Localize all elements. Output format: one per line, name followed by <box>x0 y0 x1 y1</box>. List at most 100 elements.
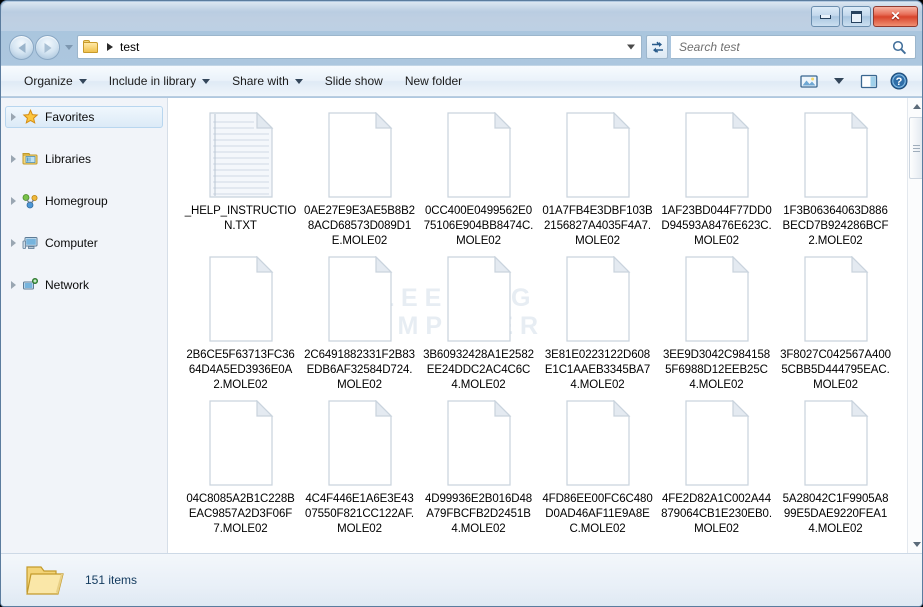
expand-triangle-icon[interactable] <box>11 197 16 205</box>
list-item[interactable]: 4FE2D82A1C002A44879064CB1E230EB0.MOLE02 <box>657 394 776 538</box>
file-name: 3EE9D3042C9841585F6988D12EEB25C4.MOLE02 <box>662 349 771 391</box>
expand-triangle-icon[interactable] <box>11 155 16 163</box>
sidebar-item-network[interactable]: Network <box>5 274 163 296</box>
file-name: 0CC400E0499562E075106E904BB8474C.MOLE02 <box>423 205 534 247</box>
list-item[interactable]: _HELP_INSTRUCTION.TXT <box>181 106 300 250</box>
list-item[interactable]: 4C4F446E1A6E3E4307550F821CC122AF.MOLE02 <box>300 394 419 538</box>
list-item[interactable]: 2B6CE5F63713FC3664D4A5ED3936E0A2.MOLE02 <box>181 250 300 394</box>
file-name: 3B60932428A1E2582EE24DDC2AC4C6C4.MOLE02 <box>423 349 534 391</box>
include-in-library-button[interactable]: Include in library <box>98 69 221 93</box>
scroll-down-icon <box>912 542 921 547</box>
libraries-icon <box>22 153 38 165</box>
file-name: 4FD86EE00FC6C480D0AD46AF11E9A8EC.MOLE02 <box>542 493 653 535</box>
homegroup-icon <box>22 194 38 209</box>
list-item[interactable]: 4D99936E2B016D48A79FBCFB2D2451B4.MOLE02 <box>419 394 538 538</box>
sidebar-item-label: Computer <box>45 236 98 250</box>
file-icon-wrap <box>326 106 394 204</box>
sidebar-item-homegroup[interactable]: Homegroup <box>5 190 163 212</box>
breadcrumb-separator-icon <box>107 43 113 51</box>
list-item[interactable]: 1AF23BD044F77DD0D94593A8476E623C.MOLE02 <box>657 106 776 250</box>
file-name: 2B6CE5F63713FC3664D4A5ED3936E0A2.MOLE02 <box>186 349 295 391</box>
expand-triangle-icon[interactable] <box>11 239 16 247</box>
blank-file-icon <box>565 256 630 342</box>
expand-triangle-icon[interactable] <box>11 281 16 289</box>
text-file-icon <box>208 112 273 198</box>
share-with-label: Share with <box>232 74 289 88</box>
network-icon <box>23 278 38 290</box>
preview-pane-button[interactable] <box>856 69 882 93</box>
back-button[interactable] <box>9 35 34 60</box>
view-options-caret-button[interactable] <box>826 69 852 93</box>
file-icon-wrap <box>564 394 632 492</box>
scrollbar-thumb[interactable] <box>909 117 922 179</box>
file-name: 01A7FB4E3DBF103B2156827A4035F4A7.MOLE02 <box>542 205 653 247</box>
file-name: 4C4F446E1A6E3E4307550F821CC122AF.MOLE02 <box>305 493 414 535</box>
address-bar[interactable]: test <box>77 35 642 59</box>
search-box[interactable] <box>671 35 916 59</box>
list-item[interactable]: 3B60932428A1E2582EE24DDC2AC4C6C4.MOLE02 <box>419 250 538 394</box>
list-item[interactable]: 0AE27E9E3AE5B8B28ACD68573D089D1E.MOLE02 <box>300 106 419 250</box>
maximize-button[interactable] <box>842 6 871 27</box>
address-chevron-down-icon[interactable] <box>627 44 635 50</box>
sidebar-item-label: Network <box>45 278 90 292</box>
help-button[interactable]: ? <box>886 69 912 93</box>
share-with-button[interactable]: Share with <box>221 69 314 93</box>
computer-icon <box>22 237 38 249</box>
list-item[interactable]: 2C6491882331F2B83EDB6AF32584D724.MOLE02 <box>300 250 419 394</box>
minimize-button[interactable] <box>811 6 840 27</box>
change-view-button[interactable] <box>796 69 822 93</box>
file-name: 3F8027C042567A4005CBB5D444795EAC.MOLE02 <box>780 349 891 391</box>
expand-triangle-icon[interactable] <box>11 113 16 121</box>
nav-buttons <box>9 35 73 60</box>
scroll-down-button[interactable] <box>908 536 922 553</box>
explorer-body: Favorites Libraries Homegroup Computer N… <box>1 98 922 553</box>
file-icon-wrap <box>683 250 751 348</box>
refresh-icon <box>651 41 663 53</box>
file-icon-wrap <box>207 250 275 348</box>
view-caret-icon <box>834 78 844 84</box>
vertical-scrollbar[interactable] <box>907 98 922 553</box>
file-name: 4FE2D82A1C002A44879064CB1E230EB0.MOLE02 <box>661 493 772 535</box>
refresh-button[interactable] <box>646 35 668 59</box>
scroll-up-icon <box>912 104 921 109</box>
file-icon-wrap <box>802 394 870 492</box>
sidebar-item-computer[interactable]: Computer <box>5 232 163 254</box>
file-name: 1F3B06364063D886BECD7B924286BCF2.MOLE02 <box>782 205 889 247</box>
list-item[interactable]: 0CC400E0499562E075106E904BB8474C.MOLE02 <box>419 106 538 250</box>
list-item[interactable]: 3E81E0223122D608E1C1AAEB3345BA74.MOLE02 <box>538 250 657 394</box>
forward-arrow-icon <box>44 42 51 53</box>
list-item[interactable]: 3EE9D3042C9841585F6988D12EEB25C4.MOLE02 <box>657 250 776 394</box>
slide-show-button[interactable]: Slide show <box>314 69 394 93</box>
breadcrumb[interactable]: test <box>120 40 139 54</box>
file-list-view[interactable]: BLEEPING COMPUTER _HELP_INSTRUCTION.TXT … <box>168 98 922 553</box>
scroll-up-button[interactable] <box>908 98 922 115</box>
sidebar-item-favorites[interactable]: Favorites <box>5 106 163 128</box>
search-input[interactable] <box>679 40 879 54</box>
forward-button[interactable] <box>35 35 60 60</box>
file-name: 0AE27E9E3AE5B8B28ACD68573D089D1E.MOLE02 <box>304 205 415 247</box>
search-icon[interactable] <box>892 40 907 55</box>
list-item[interactable]: 1F3B06364063D886BECD7B924286BCF2.MOLE02 <box>776 106 895 250</box>
organize-button[interactable]: Organize <box>13 69 98 93</box>
blank-file-icon <box>327 400 392 486</box>
blank-file-icon <box>327 112 392 198</box>
file-icon-wrap <box>445 250 513 348</box>
list-item[interactable]: 3F8027C042567A4005CBB5D444795EAC.MOLE02 <box>776 250 895 394</box>
file-name: 5A28042C1F9905A899E5DAE9220FEA14.MOLE02 <box>782 493 889 535</box>
file-name: 3E81E0223122D608E1C1AAEB3345BA74.MOLE02 <box>544 349 651 391</box>
sidebar-item-libraries[interactable]: Libraries <box>5 148 163 170</box>
recent-pages-chevron-down-icon[interactable] <box>65 45 73 50</box>
file-icon-wrap <box>802 250 870 348</box>
blank-file-icon <box>803 256 868 342</box>
list-item[interactable]: 04C8085A2B1C228BEAC9857A2D3F06F7.MOLE02 <box>181 394 300 538</box>
new-folder-button[interactable]: New folder <box>394 69 473 93</box>
file-icon-wrap <box>683 106 751 204</box>
list-item[interactable]: 4FD86EE00FC6C480D0AD46AF11E9A8EC.MOLE02 <box>538 394 657 538</box>
close-button[interactable]: ✕ <box>873 6 918 27</box>
back-arrow-icon <box>18 42 25 53</box>
title-bar: ✕ <box>1 1 922 31</box>
file-icon-wrap <box>207 394 275 492</box>
list-item[interactable]: 5A28042C1F9905A899E5DAE9220FEA14.MOLE02 <box>776 394 895 538</box>
slide-show-label: Slide show <box>324 74 383 88</box>
list-item[interactable]: 01A7FB4E3DBF103B2156827A4035F4A7.MOLE02 <box>538 106 657 250</box>
